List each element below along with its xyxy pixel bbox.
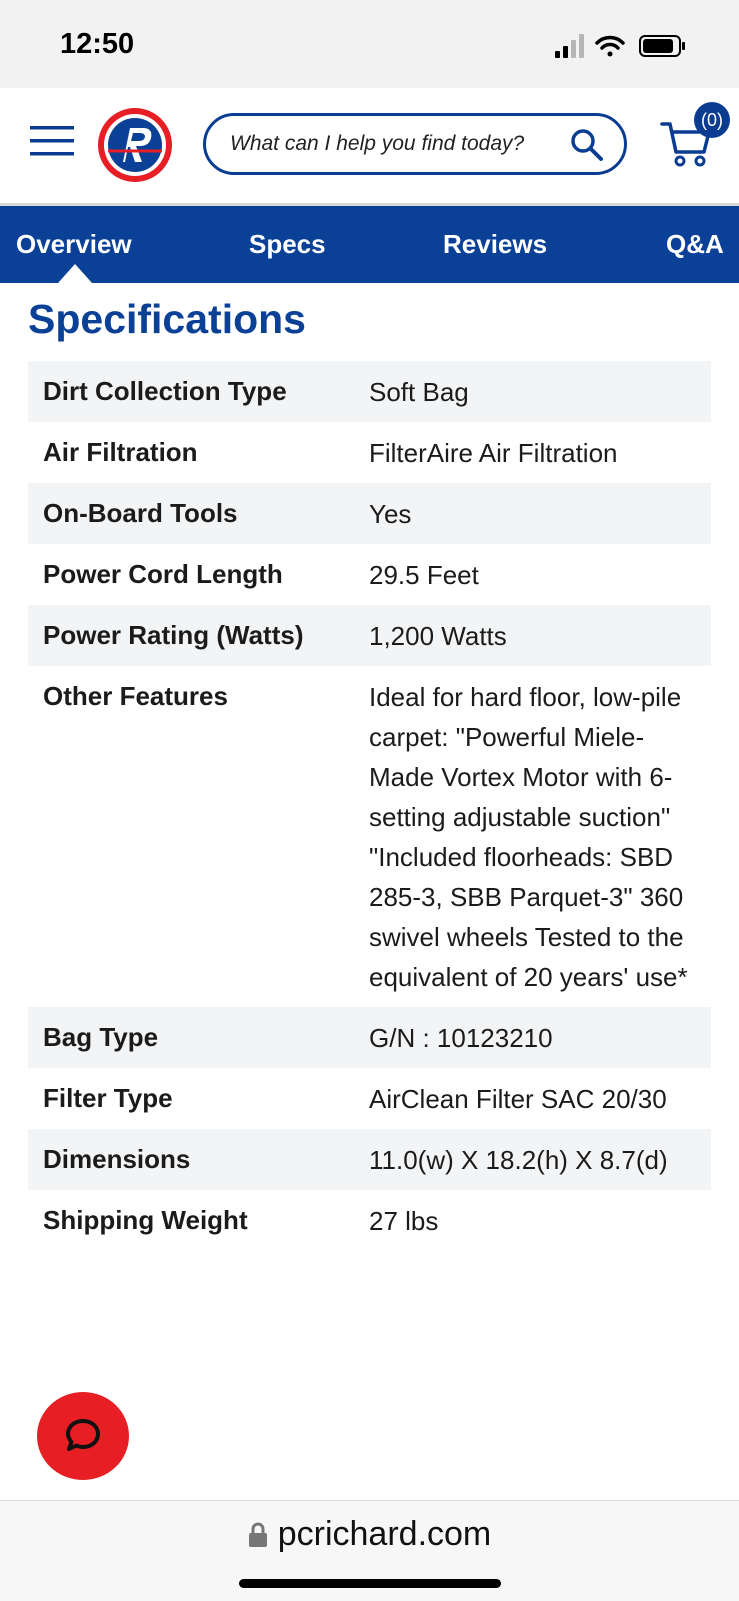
spec-row-power-rating: Power Rating (Watts) 1,200 Watts [28,605,711,666]
spec-value: 11.0(w) X 18.2(h) X 8.7(d) [369,1145,668,1175]
spec-label: On-Board Tools [43,498,238,528]
spec-value: 27 lbs [369,1206,439,1236]
status-bar: 12:50 [0,0,739,88]
tab-reviews[interactable]: Reviews [443,206,547,283]
spec-row-shipping-weight: Shipping Weight 27 lbs [28,1190,711,1251]
spec-row-dirt-collection-type: Dirt Collection Type Soft Bag [28,361,711,422]
active-tab-indicator [58,264,92,283]
spec-label: Dimensions [43,1144,191,1174]
spec-label: Power Rating (Watts) [43,620,304,650]
chat-button[interactable] [37,1392,129,1480]
spec-value: 29.5 Feet [369,560,479,590]
spec-label: Bag Type [43,1022,159,1052]
product-tab-bar: Overview Specs Reviews Q&A [0,206,739,283]
spec-label: Dirt Collection Type [43,376,287,406]
spec-row-power-cord-length: Power Cord Length 29.5 Feet [28,544,711,605]
search-input[interactable] [228,131,562,157]
chat-bubble-icon [66,1419,100,1451]
spec-value: Yes [369,499,412,529]
tab-specs[interactable]: Specs [249,206,326,283]
tab-qa[interactable]: Q&A [666,206,724,283]
cart-count-badge[interactable]: (0) [694,102,730,138]
spec-label: Air Filtration [43,437,198,467]
hamburger-menu-icon[interactable] [30,126,74,156]
search-box [203,113,627,175]
cellular-signal-icon [555,34,584,58]
spec-label: Shipping Weight [43,1205,248,1235]
spec-row-on-board-tools: On-Board Tools Yes [28,483,711,544]
browser-address-bar: pcrichard.com [0,1500,739,1601]
spec-value: FilterAire Air Filtration [369,438,618,468]
home-indicator[interactable] [239,1579,501,1588]
spec-value: Soft Bag [369,377,469,407]
battery-icon [639,35,685,57]
status-icons [555,34,685,58]
spec-label: Filter Type [43,1083,173,1113]
spec-label: Other Features [43,681,228,711]
spec-value: G/N : 10123210 [369,1023,553,1053]
spec-value: 1,200 Watts [369,621,507,651]
specifications-heading: Specifications [28,296,306,342]
spec-row-dimensions: Dimensions 11.0(w) X 18.2(h) X 8.7(d) [28,1129,711,1190]
spec-row-other-features: Other Features Ideal for hard floor, low… [28,666,711,1007]
url-display[interactable]: pcrichard.com [0,1515,739,1554]
site-header: (0) [0,88,739,206]
spec-label: Power Cord Length [43,559,283,589]
url-text: pcrichard.com [277,1515,492,1553]
spec-value: AirClean Filter SAC 20/30 [369,1084,667,1114]
spec-row-air-filtration: Air Filtration FilterAire Air Filtration [28,422,711,483]
spec-value: Ideal for hard floor, low-pile carpet: "… [369,682,688,992]
spec-row-bag-type: Bag Type G/N : 10123210 [28,1007,711,1068]
wifi-icon [595,35,625,57]
spec-row-filter-type: Filter Type AirClean Filter SAC 20/30 [28,1068,711,1129]
lock-icon [248,1522,267,1547]
status-time: 12:50 [60,28,135,60]
search-icon[interactable] [570,128,604,162]
specifications-table: Dirt Collection Type Soft Bag Air Filtra… [28,361,711,1251]
pc-richard-logo[interactable] [96,106,174,184]
